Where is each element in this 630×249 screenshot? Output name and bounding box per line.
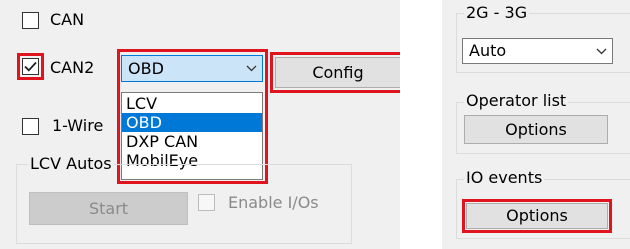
network-mode-value: Auto — [469, 41, 507, 60]
onewire-label: 1-Wire — [52, 116, 104, 135]
can2-label: CAN2 — [50, 58, 95, 77]
start-button[interactable]: Start — [29, 192, 188, 225]
enable-ios-label: Enable I/Os — [228, 193, 319, 212]
lcv-autos-group-title: LCV Autos — [28, 154, 114, 173]
dropdown-option-obd[interactable]: OBD — [122, 113, 262, 132]
can2-select-value: OBD — [128, 58, 164, 78]
config-button[interactable]: Config — [275, 57, 401, 88]
can-label: CAN — [50, 10, 85, 29]
io-events-group-title: IO events — [464, 168, 545, 187]
checkmark-icon — [24, 61, 37, 72]
operator-list-group-title: Operator list — [464, 91, 569, 110]
operator-options-button[interactable]: Options — [464, 115, 608, 144]
chevron-down-icon — [240, 56, 262, 81]
dropdown-option-lcv[interactable]: LCV — [122, 94, 262, 113]
io-options-button[interactable]: Options — [466, 203, 608, 229]
can2-checkbox-highlight — [17, 53, 44, 80]
enable-ios-checkbox[interactable] — [198, 194, 215, 211]
can2-checkbox[interactable] — [22, 58, 39, 75]
can-checkbox[interactable] — [22, 12, 39, 29]
dropdown-option-dxp-can[interactable]: DXP CAN — [122, 132, 262, 151]
panel-divider — [400, 0, 442, 249]
chevron-down-icon — [590, 39, 612, 63]
can2-protocol-select[interactable]: OBD — [121, 55, 263, 82]
network-mode-group-title: 2G - 3G — [464, 3, 530, 22]
network-mode-select[interactable]: Auto — [462, 38, 613, 64]
onewire-checkbox[interactable] — [22, 118, 39, 135]
